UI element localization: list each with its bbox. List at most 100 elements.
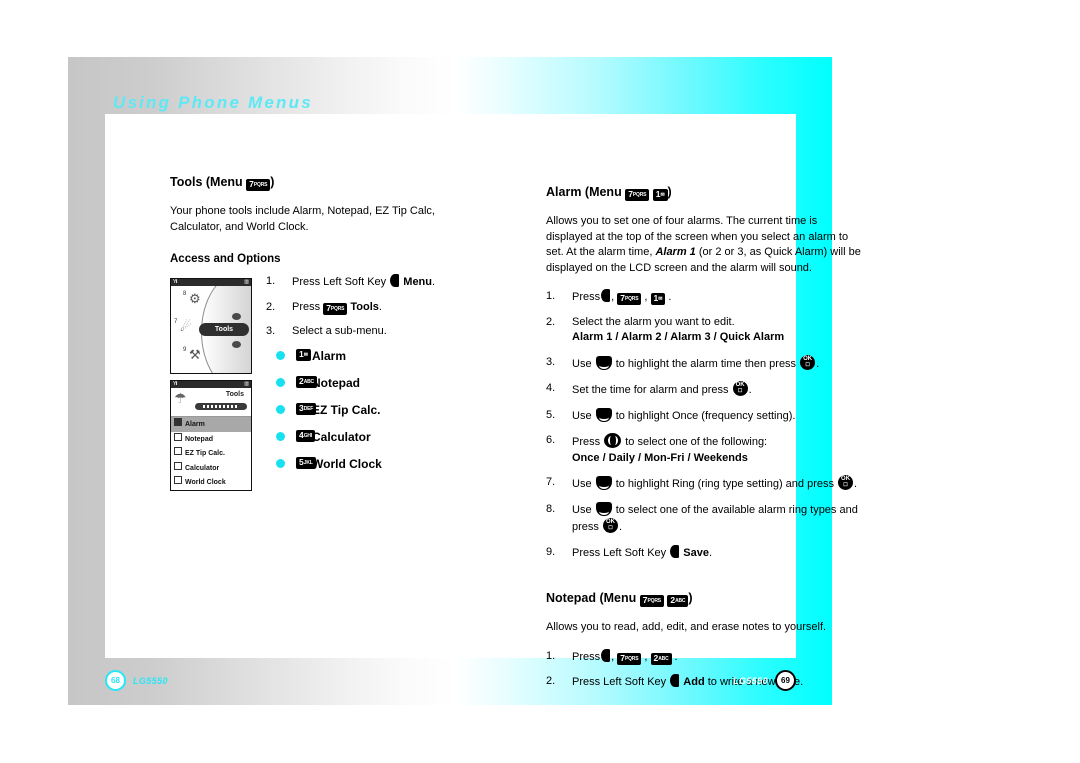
model-name-right: LG5550 <box>733 675 768 686</box>
access-step-3: 3. Select a sub-menu. <box>266 324 460 340</box>
bullet-dot-icon <box>276 431 285 441</box>
step-options-line: Once / Daily / Mon-Fri / Weekends <box>572 451 748 464</box>
key-2-icon: 2ABC <box>650 652 672 665</box>
notepad-title-text: Notepad (Menu <box>546 591 637 605</box>
step-text-end: . <box>378 300 382 313</box>
tools-glyph-icon: ☂ <box>174 390 187 406</box>
step-bold-text: Tools <box>350 300 379 313</box>
nav-down-key-icon <box>595 407 612 422</box>
scroll-up-icon <box>232 313 241 320</box>
left-soft-key-icon <box>601 648 611 662</box>
step-number: 1. <box>546 290 556 302</box>
step-text: Press Left Soft Key <box>572 546 667 559</box>
access-step-1: 1. Press Left Soft Key Menu. <box>266 274 460 291</box>
alarm-step-3: 3. Use to highlight the alarm time then … <box>546 354 864 373</box>
key-7-icon: 7PQRS <box>617 293 642 305</box>
model-name-left: LG5550 <box>133 675 168 686</box>
alarm-step-5: 5. Use to highlight Once (frequency sett… <box>546 407 864 425</box>
signal-icon: Yil <box>173 279 177 285</box>
step-text-end: . <box>432 276 436 288</box>
key-4-icon: 4GHI <box>296 429 316 442</box>
submenu-item-calculator: 4GHI Calculator <box>266 429 460 444</box>
step-text-end: . <box>854 478 858 490</box>
notepad-section-title: Notepad (Menu 7PQRS 2ABC) <box>546 591 864 607</box>
phone-screen-tools-list: Yil ▥ ☂ Tools Alarm Notepad EZ Tip Calc.… <box>170 380 252 491</box>
scroll-down-icon <box>232 341 241 348</box>
step-number: 7. <box>546 476 556 488</box>
alarm-step-7: 7. Use to highlight Ring (ring type sett… <box>546 475 864 493</box>
key-5-icon: 5JKL <box>296 456 316 469</box>
key-1-icon: 1✉ <box>650 293 666 305</box>
phone2-list-item: Alarm <box>171 417 251 432</box>
bullet-dot-icon <box>276 458 285 468</box>
list-key-icon <box>174 447 182 455</box>
phone2-list-item: Notepad <box>171 432 251 447</box>
step-number: 1. <box>266 275 276 287</box>
alarm-step-9: 9. Press Left Soft Key Save. <box>546 544 864 562</box>
step-text: Use <box>572 503 592 516</box>
nav-down-key-icon <box>595 501 612 516</box>
manual-page-spread: Using Phone Menus Tools (Menu 7PQRS) You… <box>68 57 861 705</box>
step-text: Use <box>572 357 592 370</box>
step-text-mid: to highlight the alarm time then press <box>615 357 797 370</box>
alarm-section-title: Alarm (Menu 7PQRS 1✉) <box>546 185 864 201</box>
left-page-footer: 68 LG5550 <box>105 670 168 691</box>
step-text: Press <box>572 436 601 448</box>
ok-key-icon: OK ☐ <box>838 475 854 490</box>
step-text-mid: to select one of the following: <box>625 436 768 448</box>
bullet-dot-icon <box>276 377 285 387</box>
step-text: Press <box>292 300 324 313</box>
notepad-step-1: 1. Press, 7PQRS , 2ABC . <box>546 648 678 665</box>
alarm-intro-emphasis: Alarm 1 <box>655 246 696 258</box>
submenu-label: World Clock <box>312 456 382 471</box>
step-text-end: . <box>618 521 623 533</box>
left-soft-key-icon <box>670 544 680 558</box>
left-soft-key-icon <box>601 289 611 302</box>
access-step-list: 1. Press Left Soft Key Menu. 2. Press 7P… <box>266 274 460 340</box>
submenu-item-eztipcalc: 3DEF EZ Tip Calc. <box>266 402 460 417</box>
submenu-label: EZ Tip Calc. <box>312 402 381 417</box>
step-text: Press <box>572 650 601 663</box>
step-number: 2. <box>546 315 556 328</box>
page-number-left: 68 <box>105 670 126 691</box>
step-bold-text: Save <box>683 546 709 559</box>
step-text: Use <box>572 478 592 490</box>
step-bold-text: Menu <box>403 276 433 288</box>
step-options-line: Alarm 1 / Alarm 2 / Alarm 3 / Quick Alar… <box>572 331 785 343</box>
step-text-end: . <box>708 546 713 559</box>
step-text: Press Left Soft Key <box>292 276 390 288</box>
nav-left-right-key-icon <box>604 433 622 448</box>
step-text-mid: to highlight Ring (ring type setting) an… <box>615 478 834 490</box>
step-bold-text: Add <box>683 676 705 688</box>
nav-down-key-icon <box>595 355 612 370</box>
key-1-icon: 1✉ <box>296 348 311 361</box>
list-key-icon <box>174 418 182 426</box>
right-column: Alarm (Menu 7PQRS 1✉) Allows you to set … <box>546 185 864 700</box>
list-key-icon <box>174 476 182 484</box>
tools-section-title: Tools (Menu 7PQRS) <box>170 175 460 191</box>
phone2-list-item: World Clock <box>171 475 251 490</box>
phone2-list-item: Calculator <box>171 461 251 476</box>
step-number: 9. <box>546 545 556 558</box>
right-page-footer: LG5550 69 <box>733 670 796 691</box>
key-7-icon: 7PQRS <box>639 595 664 607</box>
alarm-step-4: 4. Set the time for alarm and press OK ☐. <box>546 381 864 399</box>
left-soft-key-icon <box>670 674 680 687</box>
phone-screenshots: Yil ▥ ⚙ 8 ☄ 7 ⚒ 9 Tools Yil ▥ ☂ Tools Al… <box>170 278 254 497</box>
list-key-icon <box>174 461 182 470</box>
key-7-icon: 7PQRS <box>617 652 642 665</box>
submenu-bullet-list: 1✉ Alarm 2ABC Notepad 3DEF EZ Tip Calc. <box>266 348 460 471</box>
alarm-step-2: 2. Select the alarm you want to edit. Al… <box>546 315 864 346</box>
battery-icon: ▥ <box>244 279 249 285</box>
access-options-heading: Access and Options <box>170 253 281 265</box>
tools-title-text: Tools (Menu <box>170 175 243 189</box>
step-number: 5. <box>546 408 556 421</box>
submenu-label: Calculator <box>312 429 371 444</box>
left-soft-key-icon <box>390 274 400 287</box>
phone-screen-tools-carousel: Yil ▥ ⚙ 8 ☄ 7 ⚒ 9 Tools <box>170 278 252 374</box>
key-7-icon: 7PQRS <box>625 189 650 201</box>
step-number: 3. <box>546 355 556 368</box>
key-3-icon: 3DEF <box>296 402 317 415</box>
bullet-dot-icon <box>276 404 285 414</box>
page-number-right: 69 <box>775 670 796 691</box>
